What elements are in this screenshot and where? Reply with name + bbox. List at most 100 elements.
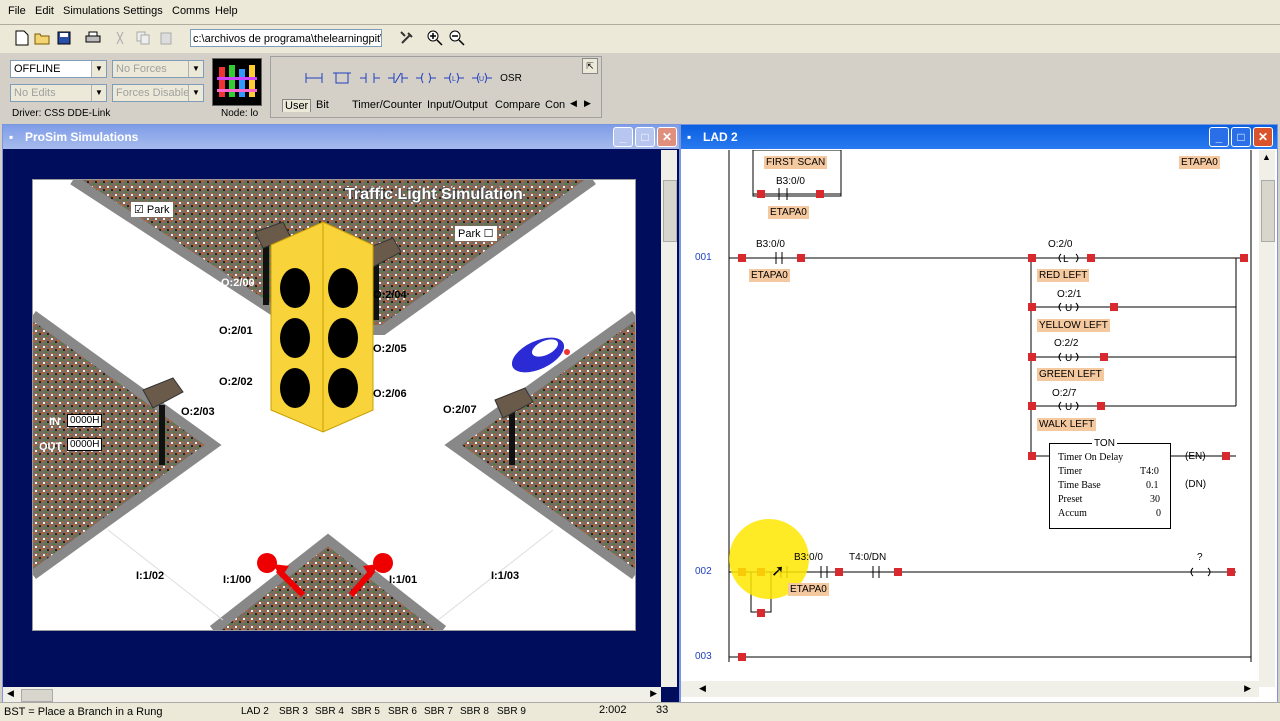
input-label: I:1/01 (389, 574, 418, 586)
xic-contact-icon[interactable] (359, 68, 381, 88)
maximize-button[interactable]: □ (1231, 127, 1251, 147)
tab-bit[interactable]: Bit (316, 99, 329, 111)
rung-node[interactable] (1028, 402, 1036, 410)
tab-scroll-left-icon[interactable]: ◀ (570, 98, 577, 109)
timer-title: Timer On Delay (1058, 452, 1124, 463)
osr-button[interactable]: OSR (500, 68, 522, 88)
file-tab-sbr8[interactable]: SBR 8 (460, 706, 489, 717)
rung-node[interactable] (1028, 303, 1036, 311)
rung-node[interactable] (1110, 303, 1118, 311)
app-icon: ▪ (9, 130, 14, 144)
tab-compare[interactable]: Compare (495, 99, 540, 111)
dn-label: DN (1188, 479, 1203, 490)
forces-enabled-select[interactable]: Forces Disabled ▼ (112, 84, 204, 102)
menu-settings[interactable]: Settings (123, 5, 163, 17)
file-tab-sbr5[interactable]: SBR 5 (351, 706, 380, 717)
accum-label: Accum (1058, 508, 1087, 519)
ladder-horizontal-scrollbar[interactable]: ◀ ▶ (681, 681, 1259, 697)
chevron-down-icon: ▼ (91, 85, 106, 101)
file-tab-lad2[interactable]: LAD 2 (241, 706, 269, 717)
scroll-up-icon[interactable]: ▲ (1262, 152, 1271, 162)
branch-icon[interactable] (331, 68, 353, 88)
park-right-checkbox[interactable]: Park ☐ (455, 226, 497, 241)
instruction-address: B3:0/0 (794, 552, 823, 563)
cut-icon[interactable] (110, 28, 130, 48)
coil-type: U (1065, 303, 1073, 314)
plc-ladder-icon[interactable] (212, 58, 262, 106)
edits-select[interactable]: No Edits ▼ (10, 84, 107, 102)
instruction-address: O:2/7 (1052, 388, 1077, 399)
rung-node[interactable] (1028, 353, 1036, 361)
rung-node[interactable] (1240, 254, 1248, 262)
rung-icon[interactable] (303, 68, 325, 88)
file-tab-sbr9[interactable]: SBR 9 (497, 706, 526, 717)
tab-scroll-right-icon[interactable]: ▶ (584, 98, 591, 109)
timer-on-delay-block[interactable]: TON Timer On Delay Timer T4:0 Time Base … (1049, 438, 1171, 529)
rung-node[interactable] (738, 653, 746, 661)
tab-timer-counter[interactable]: Timer/Counter (352, 99, 422, 111)
menu-comms[interactable]: Comms (172, 5, 210, 17)
save-icon[interactable] (54, 28, 74, 48)
tab-con[interactable]: Con (545, 99, 565, 111)
scroll-left-icon[interactable]: ◀ (7, 688, 14, 699)
tab-user[interactable]: User (282, 99, 312, 112)
rung-node[interactable] (1100, 353, 1108, 361)
rung-node[interactable] (1087, 254, 1095, 262)
print-icon[interactable] (83, 28, 103, 48)
file-tab-sbr3[interactable]: SBR 3 (279, 706, 308, 717)
prosim-horizontal-scrollbar[interactable]: ◀ ▶ (3, 687, 661, 703)
paste-icon[interactable] (156, 28, 176, 48)
out-label: OUT (39, 441, 63, 453)
scroll-right-icon[interactable]: ▶ (650, 688, 657, 699)
rung-node[interactable] (1227, 568, 1235, 576)
tools-icon[interactable] (397, 28, 417, 48)
symbol-tag: ETAPA0 (1179, 156, 1220, 169)
mode-select[interactable]: OFFLINE ▼ (10, 60, 107, 78)
zoom-in-icon[interactable] (425, 28, 445, 48)
rung-node[interactable] (757, 609, 765, 617)
rung-node[interactable] (1028, 452, 1036, 460)
close-button[interactable]: ✕ (657, 127, 677, 147)
scene-title: Traffic Light Simulation (345, 186, 523, 203)
prosim-vertical-scrollbar[interactable] (661, 150, 677, 687)
close-button[interactable]: ✕ (1253, 127, 1273, 147)
scroll-right-icon[interactable]: ▶ (1244, 683, 1251, 694)
menu-file[interactable]: File (8, 5, 26, 17)
copy-icon[interactable] (133, 28, 153, 48)
rung-node[interactable] (1222, 452, 1230, 460)
rung-node[interactable] (1097, 402, 1105, 410)
path-field[interactable]: c:\archivos de programa\thelearningpit\l… (190, 29, 382, 47)
rung-node[interactable] (738, 254, 746, 262)
xio-contact-icon[interactable] (387, 68, 409, 88)
rung-node[interactable] (816, 190, 824, 198)
rung-node[interactable] (797, 254, 805, 262)
menu-simulations[interactable]: Simulations (63, 5, 120, 17)
output-label: O:2/01 (219, 325, 253, 337)
otl-coil-icon[interactable]: L (443, 68, 465, 88)
rung-node[interactable] (757, 190, 765, 198)
open-folder-icon[interactable] (32, 28, 52, 48)
rung-node[interactable] (1028, 254, 1036, 262)
in-label: IN (49, 416, 60, 428)
scroll-left-icon[interactable]: ◀ (699, 683, 706, 694)
zoom-out-icon[interactable] (447, 28, 467, 48)
menu-edit[interactable]: Edit (35, 5, 54, 17)
rung-node[interactable] (894, 568, 902, 576)
output-label: O:2/03 (181, 406, 215, 418)
palette-menu-icon[interactable]: ⇱ (582, 58, 598, 74)
minimize-button[interactable]: _ (613, 127, 633, 147)
tab-input-output[interactable]: Input/Output (427, 99, 488, 111)
file-tab-sbr6[interactable]: SBR 6 (388, 706, 417, 717)
maximize-button[interactable]: □ (635, 127, 655, 147)
rung-node[interactable] (835, 568, 843, 576)
forces-select[interactable]: No Forces ▼ (112, 60, 204, 78)
minimize-button[interactable]: _ (1209, 127, 1229, 147)
park-left-checkbox[interactable]: ☑ Park (131, 202, 173, 217)
file-tab-sbr7[interactable]: SBR 7 (424, 706, 453, 717)
ladder-vertical-scrollbar[interactable]: ▲ (1259, 150, 1275, 687)
ote-coil-icon[interactable] (415, 68, 437, 88)
new-file-icon[interactable] (12, 28, 32, 48)
otu-coil-icon[interactable]: U (471, 68, 493, 88)
file-tab-sbr4[interactable]: SBR 4 (315, 706, 344, 717)
menu-help[interactable]: Help (215, 5, 238, 17)
